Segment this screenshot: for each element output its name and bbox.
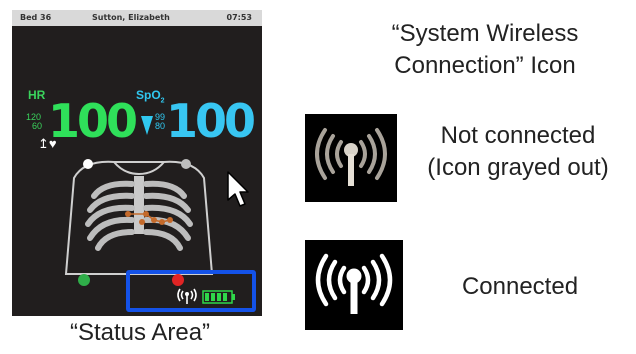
pulse-wave-icon	[141, 116, 153, 135]
hr-label: HR	[28, 88, 46, 102]
title-line-2: Connection” Icon	[394, 52, 576, 79]
cursor-icon	[227, 171, 249, 207]
spo2-low-limit: 80	[155, 121, 166, 131]
wireless-grayed-icon	[315, 128, 387, 186]
heart-icon: ↥♥	[38, 136, 57, 151]
title-line-1: “System Wireless	[391, 20, 579, 47]
spo2-value[interactable]: 100	[166, 96, 256, 146]
clock-time: 07:53	[226, 13, 252, 22]
spo2-label: SpO2	[136, 88, 165, 105]
not-connected-line-2: (Icon grayed out)	[427, 154, 609, 181]
status-area-highlight	[126, 270, 256, 312]
wireless-icon-title: “System Wireless Connection” Icon	[340, 18, 630, 82]
torso-illustration	[64, 159, 214, 286]
patient-name: Sutton, Elizabeth	[92, 13, 170, 22]
bed-label: Bed 36	[20, 13, 52, 22]
monitor-header-bar: Bed 36 Sutton, Elizabeth 07:53	[12, 10, 262, 26]
wireless-icon-not-connected	[305, 114, 397, 202]
hr-low-limit: 60	[32, 121, 43, 131]
not-connected-caption: Not connected (Icon grayed out)	[400, 120, 636, 184]
wireless-icon-connected	[305, 240, 403, 330]
wireless-connected-icon	[315, 253, 393, 314]
connected-caption: Connected	[461, 273, 579, 300]
not-connected-line-1: Not connected	[440, 122, 596, 149]
hr-value[interactable]: 100	[48, 96, 138, 146]
status-area-caption: “Status Area”	[69, 319, 211, 346]
